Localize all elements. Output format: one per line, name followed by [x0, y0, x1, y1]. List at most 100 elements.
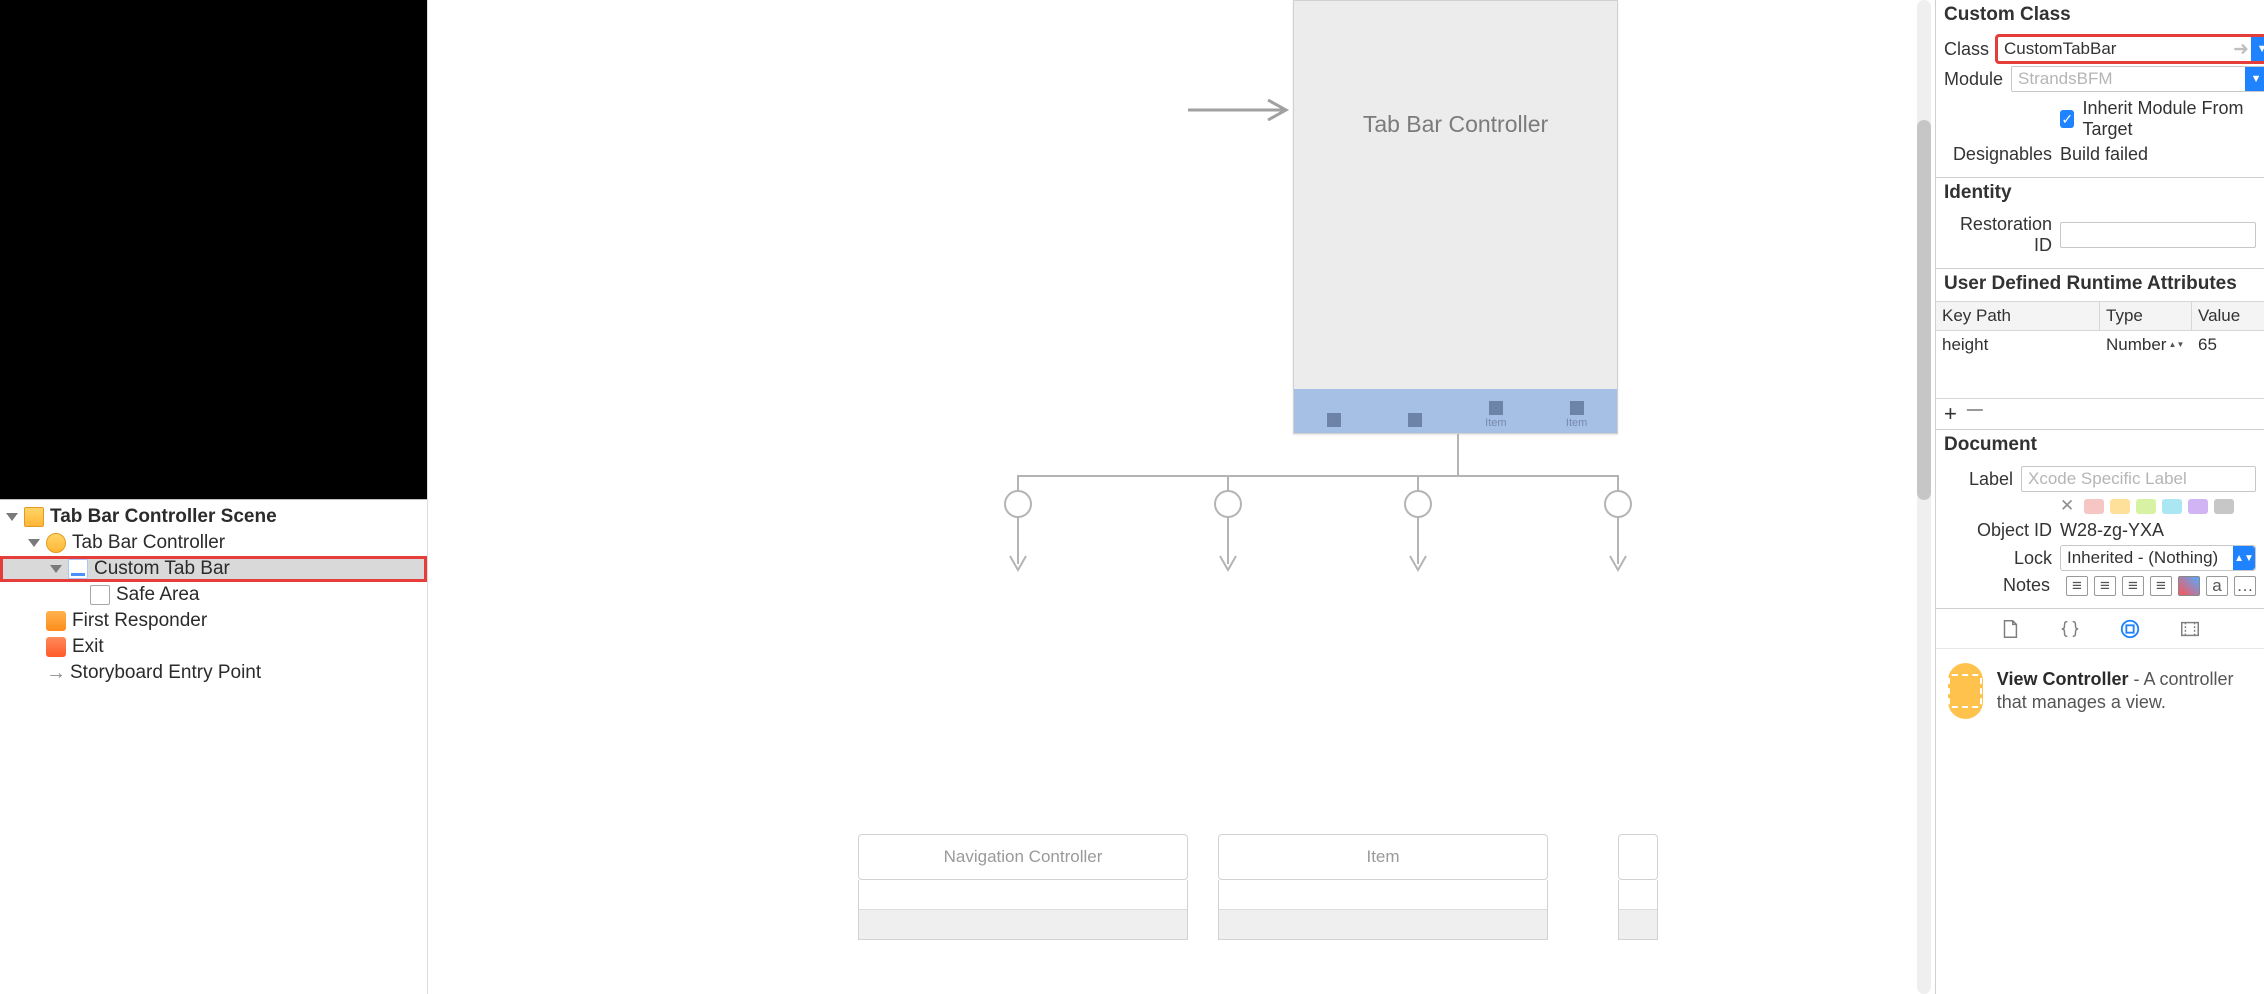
checkbox-checked-icon[interactable]: ✓	[2060, 110, 2074, 128]
color-swatch[interactable]	[2162, 499, 2182, 514]
dest-scene-item[interactable]: Item	[1218, 834, 1548, 940]
dest-scene-navigation-controller[interactable]: Navigation Controller	[858, 834, 1188, 940]
disclosure-triangle-icon[interactable]	[50, 565, 62, 573]
outline-item-label: Storyboard Entry Point	[70, 662, 261, 684]
exit-icon	[46, 637, 66, 657]
preview-pane	[0, 0, 427, 500]
table-cell-value[interactable]: 65	[2192, 331, 2264, 359]
module-input[interactable]	[2012, 69, 2245, 89]
tabbar-icon	[68, 559, 88, 579]
color-swatch[interactable]	[2110, 499, 2130, 514]
library-item-view-controller[interactable]: View Controller - A controller that mana…	[1936, 648, 2264, 733]
disclosure-triangle-icon[interactable]	[28, 539, 40, 547]
segue-arrow-in-icon	[1188, 95, 1298, 131]
class-field[interactable]: ➜ ▼	[1997, 36, 2264, 62]
document-label-field[interactable]	[2022, 469, 2255, 489]
table-header-cell[interactable]: Key Path	[1936, 302, 2100, 330]
align-left-icon[interactable]: ≡	[2066, 576, 2088, 596]
color-swatch[interactable]	[2084, 499, 2104, 514]
field-label-object-id: Object ID	[1944, 520, 2052, 541]
class-input[interactable]	[1998, 39, 2231, 59]
stepper-icon[interactable]: ▲▼	[2170, 335, 2182, 355]
field-label-designables: Designables	[1944, 144, 2052, 165]
outline-item-label: Exit	[72, 636, 104, 658]
outline-item-label: First Responder	[72, 610, 207, 632]
scrollbar-thumb[interactable]	[1917, 120, 1931, 500]
color-well-icon[interactable]	[2178, 576, 2200, 596]
runtime-attributes-table[interactable]: Key Path Type Value height Number▲▼ 65 +…	[1936, 301, 2264, 429]
tab-bar[interactable]: Item Item	[1294, 389, 1617, 433]
section-title: User Defined Runtime Attributes	[1936, 269, 2264, 301]
library-tab-code-icon[interactable]	[2057, 616, 2083, 642]
scene-icon	[24, 507, 44, 527]
table-header-cell[interactable]: Type	[2100, 302, 2192, 330]
section-title: Document	[1936, 430, 2264, 462]
align-justify-icon[interactable]: ≡	[2150, 576, 2172, 596]
outline-row-safe-area[interactable]: Safe Area	[0, 582, 427, 608]
field-label-notes: Notes	[1944, 575, 2050, 596]
table-blank-area	[1936, 359, 2264, 399]
label-color-swatches	[2084, 499, 2234, 514]
inherit-module-row[interactable]: ✓ Inherit Module From Target	[2060, 98, 2256, 140]
tab-item[interactable]	[1306, 413, 1362, 429]
tab-item[interactable]	[1387, 413, 1443, 429]
color-swatch[interactable]	[2188, 499, 2208, 514]
outline-row-exit[interactable]: Exit	[0, 634, 427, 660]
section-runtime-attributes: User Defined Runtime Attributes Key Path…	[1936, 269, 2264, 430]
section-custom-class: Custom Class Class ➜ ▼ Module ▼ ✓ Inheri…	[1936, 0, 2264, 178]
field-label-restoration-id: Restoration ID	[1944, 214, 2052, 256]
section-title: Custom Class	[1936, 0, 2264, 32]
vertical-scrollbar[interactable]	[1917, 0, 1931, 994]
table-cell-type[interactable]: Number▲▼	[2100, 331, 2192, 359]
entry-point-arrow-icon: →	[46, 662, 66, 685]
table-row[interactable]: height Number▲▼ 65	[1936, 331, 2264, 359]
dest-scene-partial[interactable]	[1618, 834, 1658, 940]
go-arrow-icon[interactable]: ➜	[2231, 38, 2251, 61]
safearea-icon	[90, 585, 110, 605]
tab-item[interactable]: Item	[1549, 401, 1605, 429]
clear-color-icon[interactable]: ✕	[2060, 496, 2074, 516]
segue-relationship[interactable]	[858, 434, 1628, 640]
library-tab-media-icon[interactable]	[2177, 616, 2203, 642]
align-center-icon[interactable]: ≡	[2094, 576, 2116, 596]
outline-item-label: Safe Area	[116, 584, 199, 606]
field-label-lock: Lock	[1944, 548, 2052, 569]
module-field[interactable]: ▼	[2011, 66, 2264, 92]
table-header-cell[interactable]: Value	[2192, 302, 2264, 330]
chevron-down-icon[interactable]: ▼	[2251, 37, 2264, 61]
more-icon[interactable]: …	[2234, 576, 2256, 596]
restoration-id-input[interactable]	[2060, 222, 2256, 248]
font-picker-icon[interactable]: a	[2206, 576, 2228, 596]
inspector-panel: Custom Class Class ➜ ▼ Module ▼ ✓ Inheri…	[1935, 0, 2264, 994]
navigator-panel: Tab Bar Controller Scene Tab Bar Control…	[0, 0, 428, 994]
storyboard-canvas[interactable]: Tab Bar Controller Item Item	[428, 0, 1935, 994]
align-right-icon[interactable]: ≡	[2122, 576, 2144, 596]
inherit-module-label: Inherit Module From Target	[2082, 98, 2256, 140]
viewcontroller-library-icon	[1948, 663, 1983, 719]
dest-title: Navigation Controller	[944, 847, 1103, 867]
document-outline: Tab Bar Controller Scene Tab Bar Control…	[0, 500, 427, 994]
scene-tab-bar-controller[interactable]: Tab Bar Controller Item Item	[1293, 0, 1618, 434]
lock-select[interactable]: Inherited - (Nothing) ▲▼	[2060, 545, 2256, 571]
scene-title-label: Tab Bar Controller	[1294, 111, 1617, 138]
outline-row-first-responder[interactable]: First Responder	[0, 608, 427, 634]
outline-row-custom-tab-bar[interactable]: Custom Tab Bar	[0, 556, 427, 582]
add-attribute-button[interactable]: +	[1944, 401, 1957, 427]
chevron-down-icon[interactable]: ▼	[2245, 67, 2264, 91]
color-swatch[interactable]	[2136, 499, 2156, 514]
color-swatch[interactable]	[2214, 499, 2234, 514]
document-label-input[interactable]	[2021, 466, 2256, 492]
outline-row-tabbarcontroller[interactable]: Tab Bar Controller	[0, 530, 427, 556]
library-tab-file-icon[interactable]	[1997, 616, 2023, 642]
disclosure-triangle-icon[interactable]	[6, 513, 18, 521]
remove-attribute-button[interactable]: —	[1967, 401, 1983, 427]
library-tab-objects-icon[interactable]	[2117, 616, 2143, 642]
outline-scene-row[interactable]: Tab Bar Controller Scene	[0, 504, 427, 530]
field-label-label: Label	[1944, 469, 2013, 490]
chevron-updown-icon[interactable]: ▲▼	[2233, 546, 2255, 570]
table-cell-keypath[interactable]: height	[1936, 331, 2100, 359]
table-header-row: Key Path Type Value	[1936, 302, 2264, 331]
tab-item[interactable]: Item	[1468, 401, 1524, 429]
outline-row-entry-point[interactable]: → Storyboard Entry Point	[0, 660, 427, 686]
section-document: Document Label ✕ Ob	[1936, 430, 2264, 608]
